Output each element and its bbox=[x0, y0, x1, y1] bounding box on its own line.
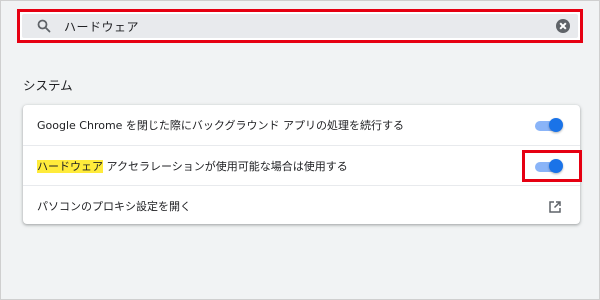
search-bar-highlight-box: ハードウェア bbox=[17, 9, 583, 43]
toggle-knob bbox=[549, 117, 563, 132]
search-bar[interactable]: ハードウェア bbox=[22, 14, 578, 38]
section-title: システム bbox=[23, 78, 73, 93]
hardware-acceleration-toggle[interactable] bbox=[533, 158, 563, 173]
search-input[interactable]: ハードウェア bbox=[64, 18, 556, 35]
toggle-knob bbox=[549, 158, 563, 173]
setting-row-background-apps: Google Chrome を閉じた際にバックグラウンド アプリの処理を続行する bbox=[23, 105, 580, 144]
settings-page: ハードウェア システム Google Chrome を閉じた際にバックグラウンド… bbox=[0, 0, 600, 300]
setting-label: パソコンのプロキシ設定を開く bbox=[37, 199, 191, 213]
setting-label: Google Chrome を閉じた際にバックグラウンド アプリの処理を続行する bbox=[37, 118, 404, 132]
setting-label: ハードウェア アクセラレーションが使用可能な場合は使用する bbox=[37, 158, 580, 174]
settings-card: Google Chrome を閉じた際にバックグラウンド アプリの処理を続行する… bbox=[23, 105, 582, 225]
clear-icon[interactable] bbox=[556, 19, 570, 33]
open-in-new-icon[interactable] bbox=[548, 199, 562, 213]
search-icon bbox=[36, 18, 52, 34]
setting-row-hardware-acceleration: ハードウェア アクセラレーションが使用可能な場合は使用する bbox=[23, 145, 582, 185]
setting-label-rest: アクセラレーションが使用可能な場合は使用する bbox=[103, 159, 348, 173]
background-apps-toggle[interactable] bbox=[533, 117, 563, 132]
search-match-highlight: ハードウェア bbox=[37, 159, 103, 173]
setting-row-proxy[interactable]: パソコンのプロキシ設定を開く bbox=[23, 185, 580, 225]
